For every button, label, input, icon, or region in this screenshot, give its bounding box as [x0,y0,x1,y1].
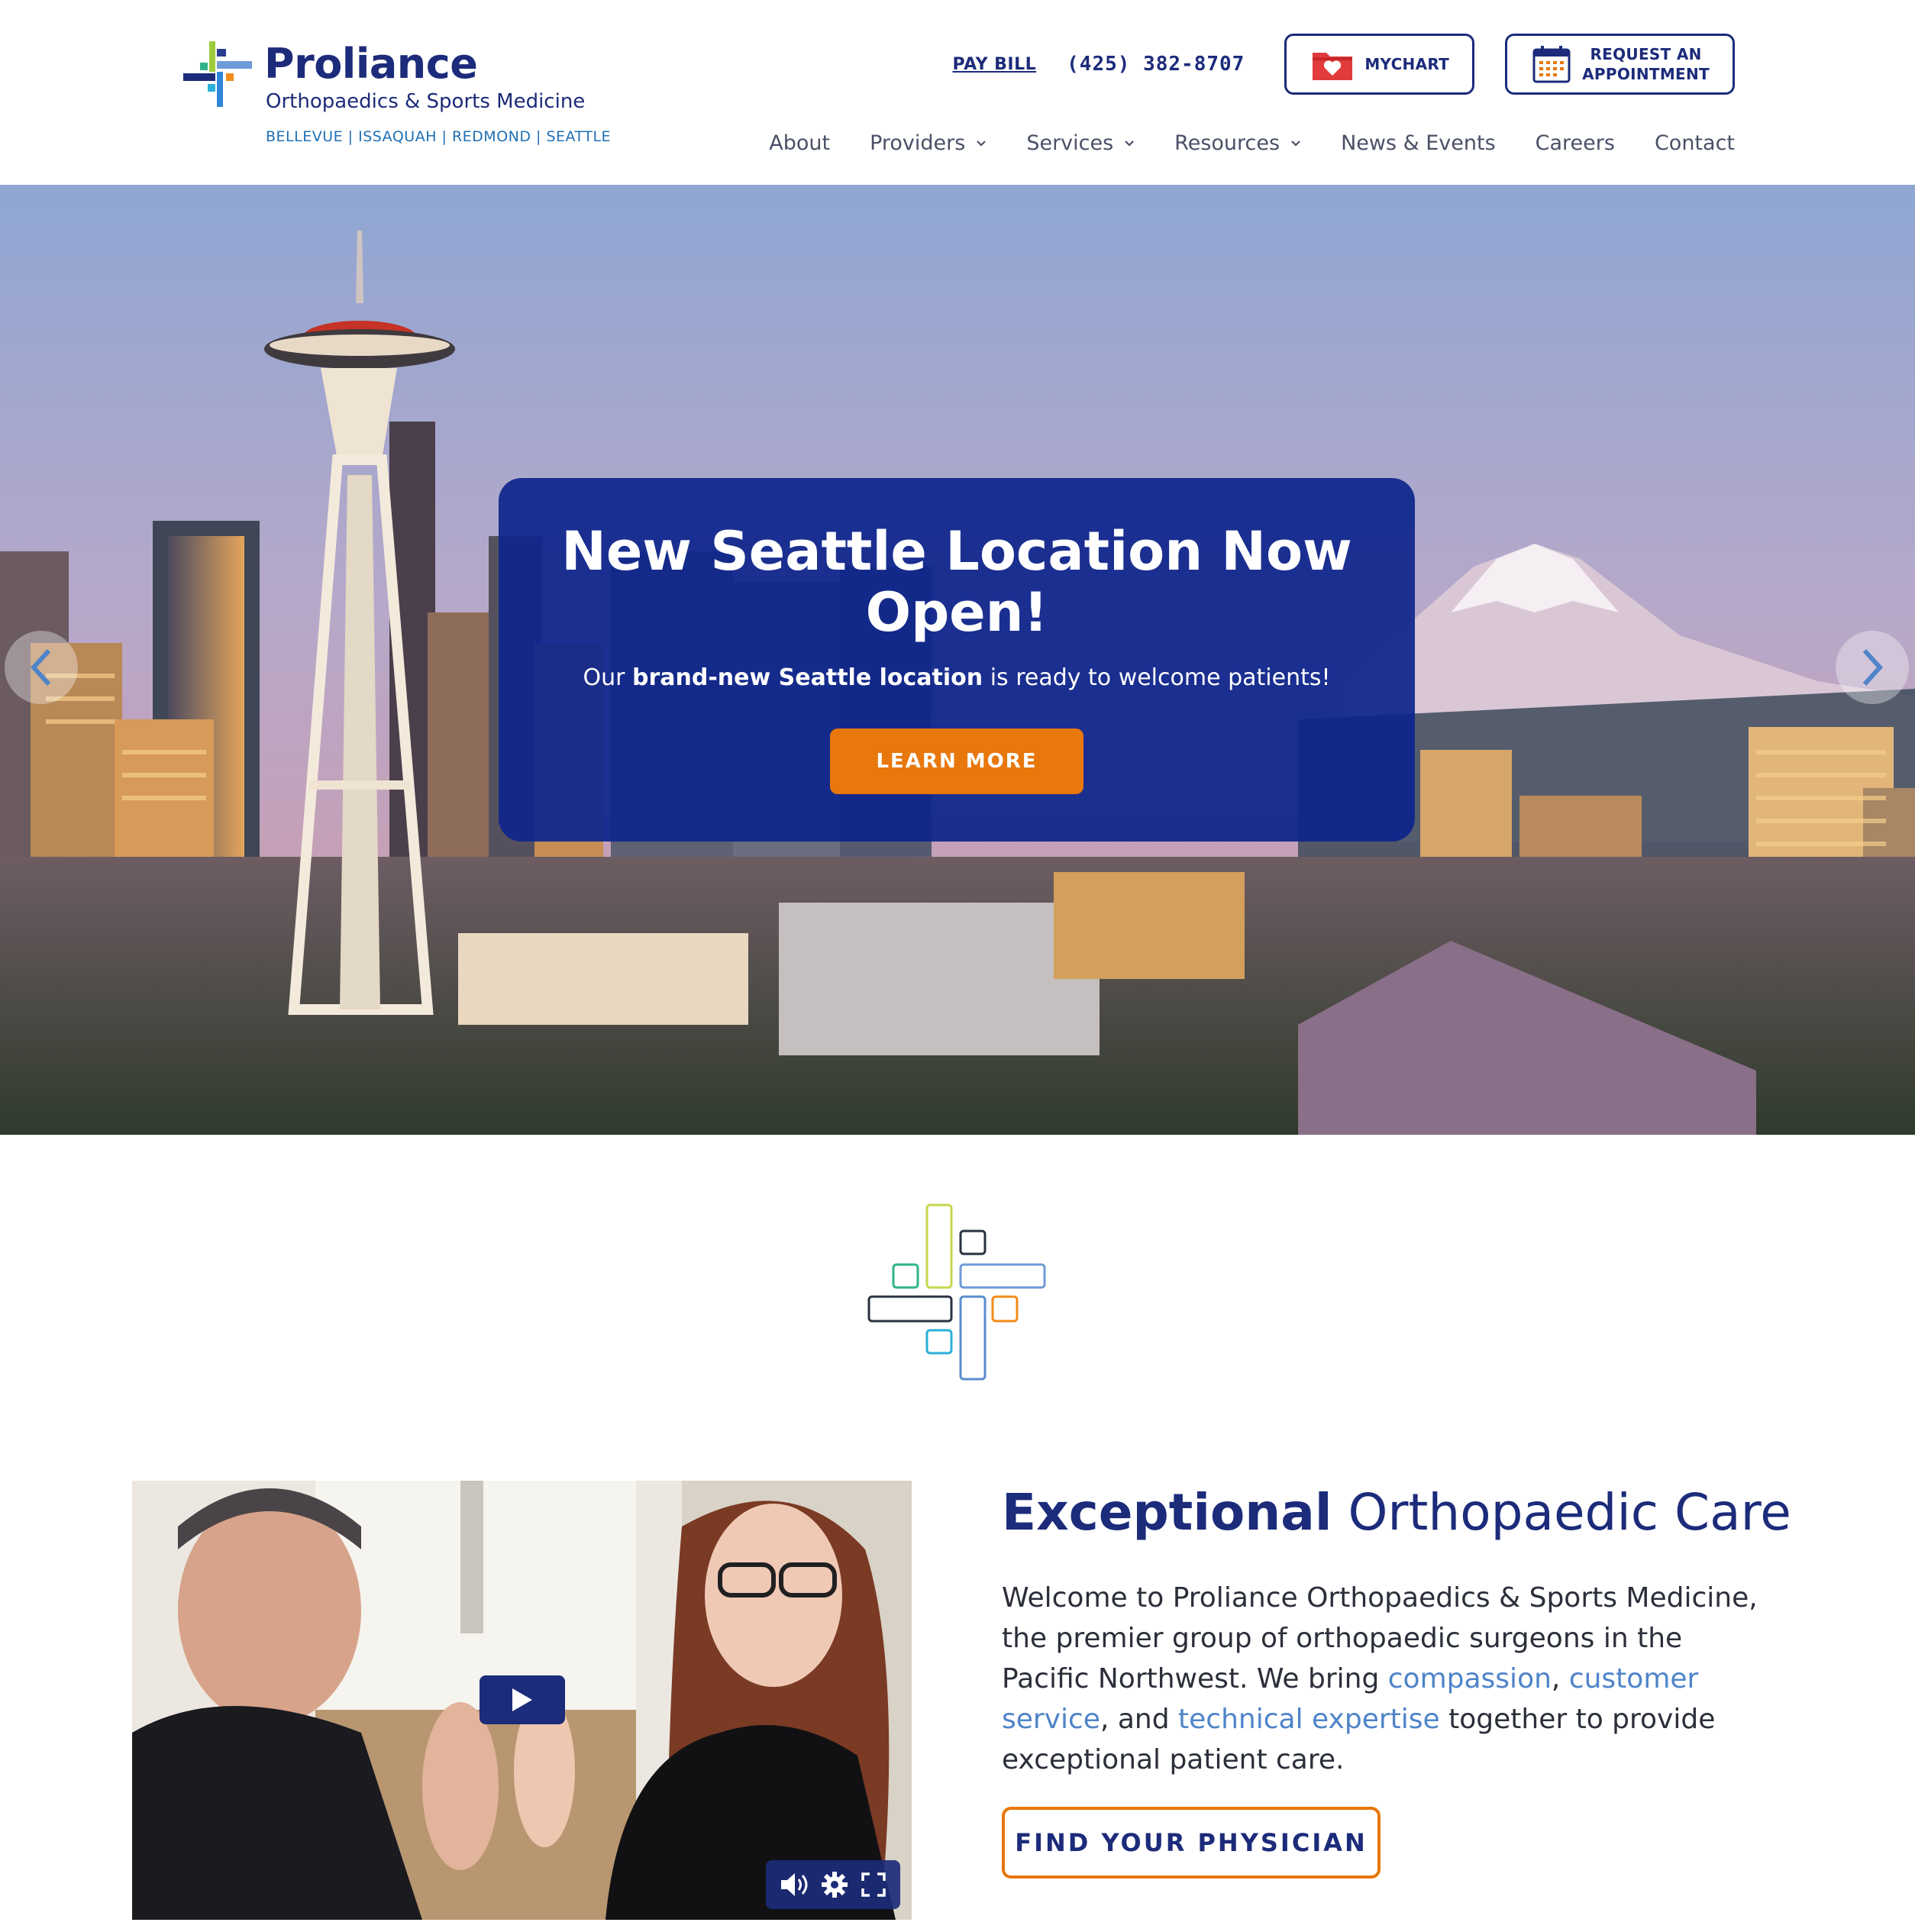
logo-name: Proliance [264,40,478,88]
hero-text-prefix: Our [583,664,625,691]
logo-locations: BELLEVUE | ISSAQUAH | REDMOND | SEATTLE [266,128,612,145]
about-title-strong: Exceptional [1002,1483,1332,1542]
settings-gear-icon[interactable] [821,1871,848,1898]
logo-subtitle: Orthopaedics & Sports Medicine [266,90,586,113]
about-sep-1: , [1551,1663,1561,1695]
hero-text: Our brand-new Seattle location is ready … [499,664,1415,691]
pay-bill-link[interactable]: PAY BILL [953,55,1037,74]
chevron-right-icon [1862,648,1884,687]
hero-announcement-card: New Seattle Location Now Open! Our brand… [499,478,1415,842]
nav-about[interactable]: About [769,131,830,155]
about-section: Exceptional Orthopaedic Care Welcome to … [1002,1478,1796,1879]
nav-careers[interactable]: Careers [1536,131,1615,155]
utility-bar: PAY BILL (425) 382-8707 MYCHART REQUEST … [953,34,1735,95]
intro-video-player[interactable] [132,1481,912,1920]
mychart-button[interactable]: MYCHART [1284,34,1475,95]
compassion-link[interactable]: compassion [1388,1663,1552,1695]
chevron-down-icon [1291,140,1300,147]
about-body-2: , and [1100,1704,1170,1735]
nav-providers[interactable]: Providers [870,131,987,155]
about-body: Welcome to Proliance Orthopaedics & Spor… [1002,1578,1773,1780]
main-nav: About Providers Services Resources News … [729,131,1735,155]
phone-number[interactable]: (425) 382-8707 [1067,53,1245,76]
nav-label: Providers [870,131,966,155]
chevron-down-icon [977,140,987,147]
proliance-emblem-icon [867,1203,1046,1381]
hero-title: New Seattle Location Now Open! [561,520,1352,644]
folder-heart-icon [1313,53,1353,80]
nav-label: Contact [1654,131,1735,155]
logo-cross-icon [183,41,252,107]
hero-text-bold: brand-new Seattle location [632,664,983,691]
learn-more-button[interactable]: LEARN MORE [830,729,1083,794]
request-appointment-button[interactable]: REQUEST AN APPOINTMENT [1505,34,1735,95]
video-controls [766,1860,900,1909]
nav-label: Resources [1174,131,1280,155]
about-title: Exceptional Orthopaedic Care [1002,1478,1796,1547]
calendar-icon [1532,46,1571,83]
fullscreen-icon[interactable] [861,1872,886,1898]
hero-slider: New Seattle Location Now Open! Our brand… [0,185,1915,1135]
nav-label: Services [1026,131,1114,155]
request-line-1: REQUEST AN [1590,45,1702,63]
technical-expertise-link[interactable]: technical expertise [1178,1704,1440,1735]
nav-services[interactable]: Services [1026,131,1135,155]
find-your-physician-button[interactable]: FIND YOUR PHYSICIAN [1002,1807,1381,1879]
volume-icon[interactable] [780,1872,809,1898]
site-header: Proliance Orthopaedics & Sports Medicine… [0,0,1915,185]
chevron-down-icon [1125,140,1134,147]
chevron-left-icon [30,648,51,687]
nav-label: News & Events [1341,131,1496,155]
play-button[interactable] [480,1675,565,1724]
request-line-2: APPOINTMENT [1582,65,1710,83]
about-title-rest: Orthopaedic Care [1348,1483,1791,1542]
hero-text-suffix: is ready to welcome patients! [990,664,1331,691]
nav-news-events[interactable]: News & Events [1341,131,1496,155]
slider-prev-button[interactable] [5,631,78,704]
nav-contact[interactable]: Contact [1655,131,1735,155]
request-appointment-label: REQUEST AN APPOINTMENT [1582,44,1710,84]
play-icon [512,1688,532,1711]
nav-label: About [769,131,831,155]
nav-label: Careers [1535,131,1615,155]
proliance-logo[interactable]: Proliance Orthopaedics & Sports Medicine… [183,37,611,151]
slider-next-button[interactable] [1836,631,1909,704]
mychart-label: MYCHART [1364,55,1450,73]
nav-resources[interactable]: Resources [1174,131,1301,155]
